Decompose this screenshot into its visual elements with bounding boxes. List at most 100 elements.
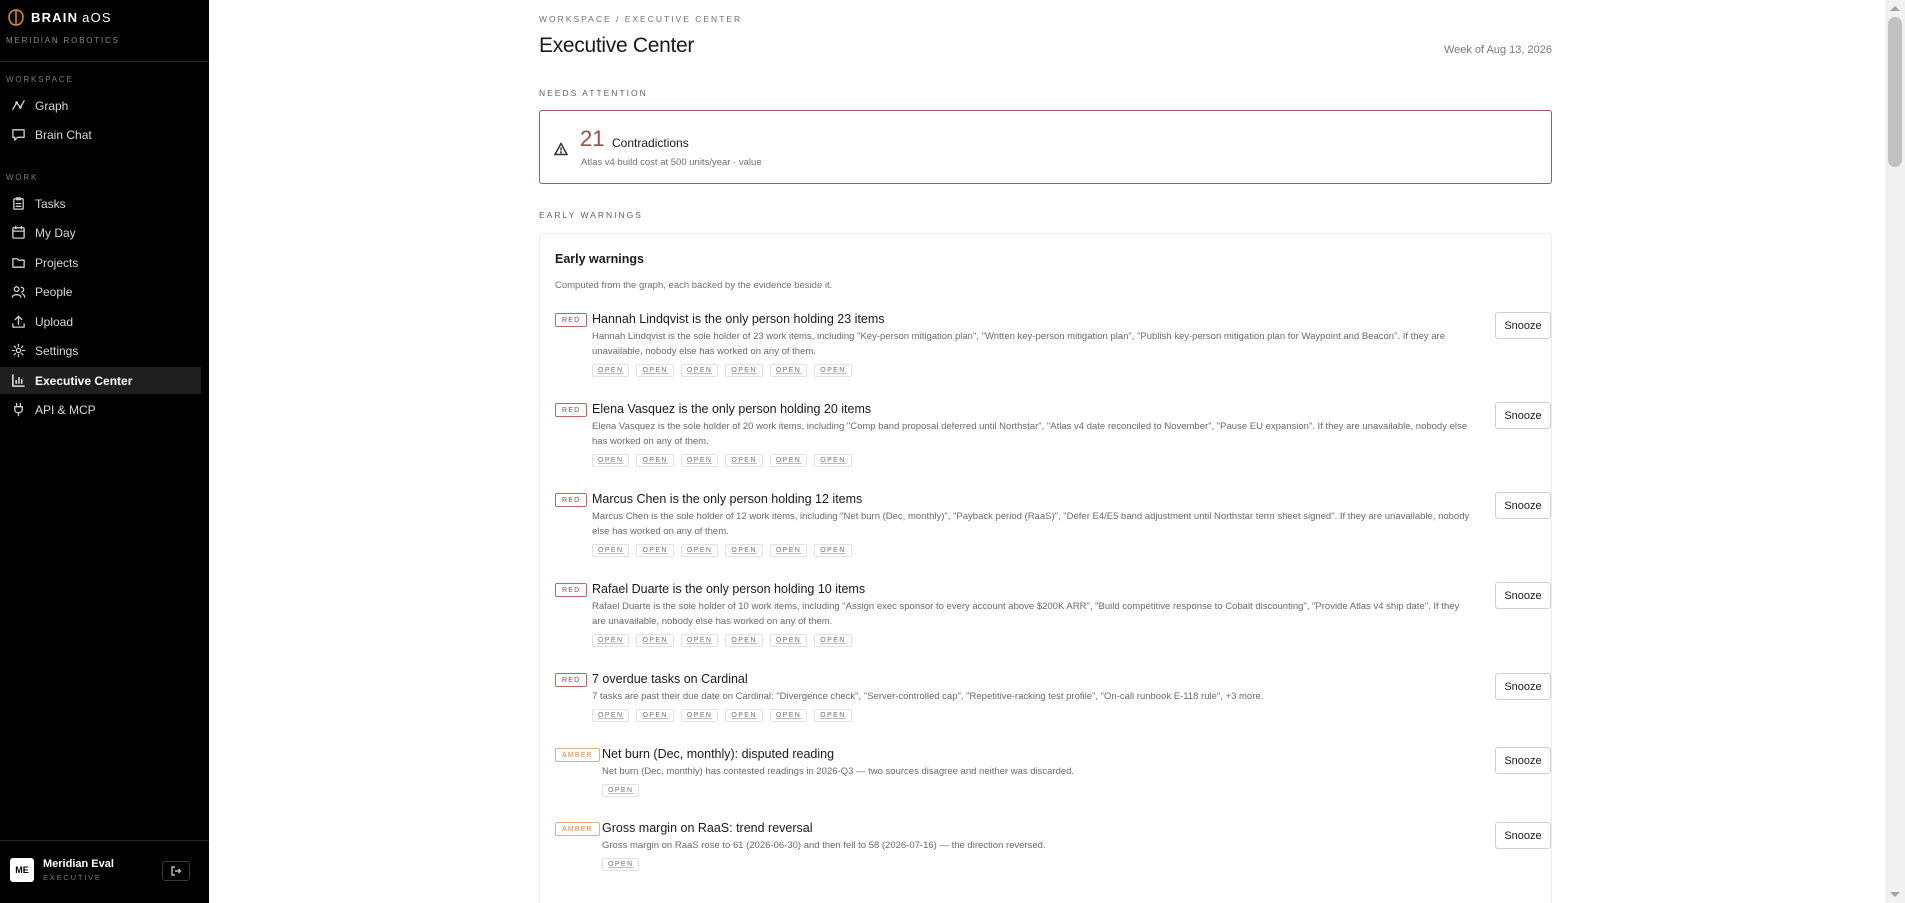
severity-badge: RED: [555, 583, 588, 597]
evidence-tag-label: OPEN: [642, 547, 668, 554]
evidence-tag[interactable]: OPEN: [769, 454, 808, 467]
evidence-tag[interactable]: OPEN: [636, 454, 674, 467]
evidence-tag[interactable]: OPEN: [725, 544, 763, 557]
evidence-tag[interactable]: OPEN: [680, 364, 719, 377]
scrollbar[interactable]: [1885, 0, 1905, 903]
evidence-tag-label: OPEN: [731, 712, 757, 719]
sidebar-item-executive-center[interactable]: Executive Center: [0, 367, 201, 394]
evidence-tag-label: OPEN: [775, 547, 802, 554]
logout-button[interactable]: [162, 861, 190, 881]
warning-title[interactable]: Marcus Chen is the only person holding 1…: [592, 492, 1472, 506]
warning-title[interactable]: Gross margin on RaaS: trend reversal: [602, 821, 1482, 835]
evidence-tag-label: OPEN: [598, 547, 624, 554]
evidence-tag[interactable]: OPEN: [814, 709, 852, 722]
snooze-button[interactable]: Snooze: [1495, 402, 1551, 429]
evidence-tag[interactable]: OPEN: [592, 544, 630, 557]
week-label: Week of Aug 13, 2026: [1443, 44, 1552, 56]
warning-title[interactable]: Rafael Duarte is the only person holding…: [592, 582, 1472, 596]
sidebar-item-settings[interactable]: Settings: [0, 337, 201, 364]
sidebar-item-my-day[interactable]: My Day: [0, 219, 201, 246]
snooze-button[interactable]: Snooze: [1495, 822, 1551, 849]
clipboard-icon: [13, 197, 24, 210]
scrollbar-thumb[interactable]: [1888, 17, 1902, 167]
snooze-button[interactable]: Snooze: [1495, 582, 1551, 609]
brand-name: BRAIN: [31, 10, 79, 25]
sidebar-item-label: Executive Center: [35, 373, 133, 388]
evidence-tag[interactable]: OPEN: [814, 364, 852, 377]
user-role: EXECUTIVE: [43, 873, 102, 882]
evidence-tags: OPEN: [602, 858, 1482, 871]
user-profile[interactable]: ME Meridian Eval EXECUTIVE: [10, 858, 114, 882]
evidence-tag[interactable]: OPEN: [602, 784, 640, 797]
snooze-button[interactable]: Snooze: [1495, 673, 1551, 700]
evidence-tag[interactable]: OPEN: [725, 364, 763, 377]
sidebar-item-people[interactable]: People: [0, 278, 201, 305]
evidence-tag[interactable]: OPEN: [814, 544, 852, 557]
evidence-tag[interactable]: OPEN: [814, 634, 852, 647]
evidence-tag[interactable]: OPEN: [814, 454, 852, 467]
warning-title[interactable]: Elena Vasquez is the only person holding…: [592, 402, 1472, 416]
snooze-button[interactable]: Snooze: [1495, 747, 1551, 774]
evidence-tag[interactable]: OPEN: [769, 364, 808, 377]
evidence-tag-label: OPEN: [820, 637, 846, 644]
evidence-tags: OPEN OPEN OPEN OPEN OPEN OPEN: [592, 454, 1472, 467]
evidence-tag[interactable]: OPEN: [636, 544, 674, 557]
warning-description: Gross margin on RaaS rose to 61 (2026-06…: [602, 840, 1046, 851]
breadcrumb: WORKSPACE / EXECUTIVE CENTER: [539, 14, 743, 24]
evidence-tag[interactable]: OPEN: [725, 634, 763, 647]
warning-title[interactable]: Hannah Lindqvist is the only person hold…: [592, 312, 1472, 326]
early-warnings-title: Early warnings: [555, 252, 644, 266]
evidence-tag[interactable]: OPEN: [769, 709, 808, 722]
evidence-tag[interactable]: OPEN: [680, 634, 719, 647]
severity-badge: RED: [555, 313, 588, 327]
evidence-tag[interactable]: OPEN: [769, 634, 808, 647]
evidence-tag-label: OPEN: [598, 367, 624, 374]
sidebar-item-label: Graph: [35, 98, 69, 113]
evidence-tag[interactable]: OPEN: [592, 709, 630, 722]
contradictions-card[interactable]: 21 Contradictions Atlas v4 build cost at…: [539, 110, 1552, 184]
evidence-tag[interactable]: OPEN: [602, 858, 640, 871]
evidence-tag-label: OPEN: [731, 457, 757, 464]
brand[interactable]: BRAIN aOS: [7, 8, 112, 27]
scroll-down-arrow-icon[interactable]: [1890, 892, 1900, 897]
chat-icon: [12, 129, 25, 141]
evidence-tag[interactable]: OPEN: [680, 544, 719, 557]
evidence-tag-label: OPEN: [775, 637, 802, 644]
main-content: WORKSPACE / EXECUTIVE CENTER Executive C…: [209, 0, 1885, 903]
evidence-tag-label: OPEN: [731, 367, 757, 374]
sidebar-section-workspace: WORKSPACE: [6, 75, 74, 84]
sidebar: BRAIN aOS MERIDIAN ROBOTICS WORKSPACE Gra…: [0, 0, 209, 903]
warning-body: Hannah Lindqvist is the only person hold…: [592, 312, 1472, 377]
snooze-button[interactable]: Snooze: [1495, 312, 1551, 339]
plug-icon: [14, 402, 23, 417]
evidence-tag[interactable]: OPEN: [725, 454, 763, 467]
evidence-tag[interactable]: OPEN: [636, 364, 674, 377]
sidebar-item-graph[interactable]: Graph: [0, 92, 201, 119]
evidence-tag[interactable]: OPEN: [636, 709, 674, 722]
evidence-tag[interactable]: OPEN: [592, 454, 630, 467]
evidence-tag[interactable]: OPEN: [592, 634, 630, 647]
severity-badge: RED: [555, 403, 588, 417]
sidebar-item-label: My Day: [35, 225, 76, 240]
evidence-tag[interactable]: OPEN: [636, 634, 674, 647]
evidence-tag[interactable]: OPEN: [680, 454, 719, 467]
evidence-tag[interactable]: OPEN: [592, 364, 630, 377]
sidebar-item-api-mcp[interactable]: API & MCP: [0, 396, 201, 423]
evidence-tag[interactable]: OPEN: [680, 709, 719, 722]
sidebar-item-upload[interactable]: Upload: [0, 308, 201, 335]
sidebar-item-label: People: [35, 284, 73, 299]
evidence-tag[interactable]: OPEN: [769, 544, 808, 557]
sidebar-item-projects[interactable]: Projects: [0, 249, 201, 276]
warning-title[interactable]: Net burn (Dec, monthly): disputed readin…: [602, 747, 1482, 761]
sidebar-item-brain-chat[interactable]: Brain Chat: [0, 121, 201, 148]
evidence-tag[interactable]: OPEN: [725, 709, 763, 722]
folder-icon: [12, 258, 25, 268]
warning-title[interactable]: 7 overdue tasks on Cardinal: [592, 672, 1472, 686]
snooze-button[interactable]: Snooze: [1495, 492, 1551, 519]
contradictions-title: Contradictions: [612, 136, 689, 150]
sidebar-item-tasks[interactable]: Tasks: [0, 190, 201, 217]
sidebar-item-label: Tasks: [35, 196, 66, 211]
sidebar-item-label: Settings: [35, 343, 79, 358]
scroll-up-arrow-icon[interactable]: [1890, 6, 1900, 11]
evidence-tag-label: OPEN: [686, 457, 713, 464]
